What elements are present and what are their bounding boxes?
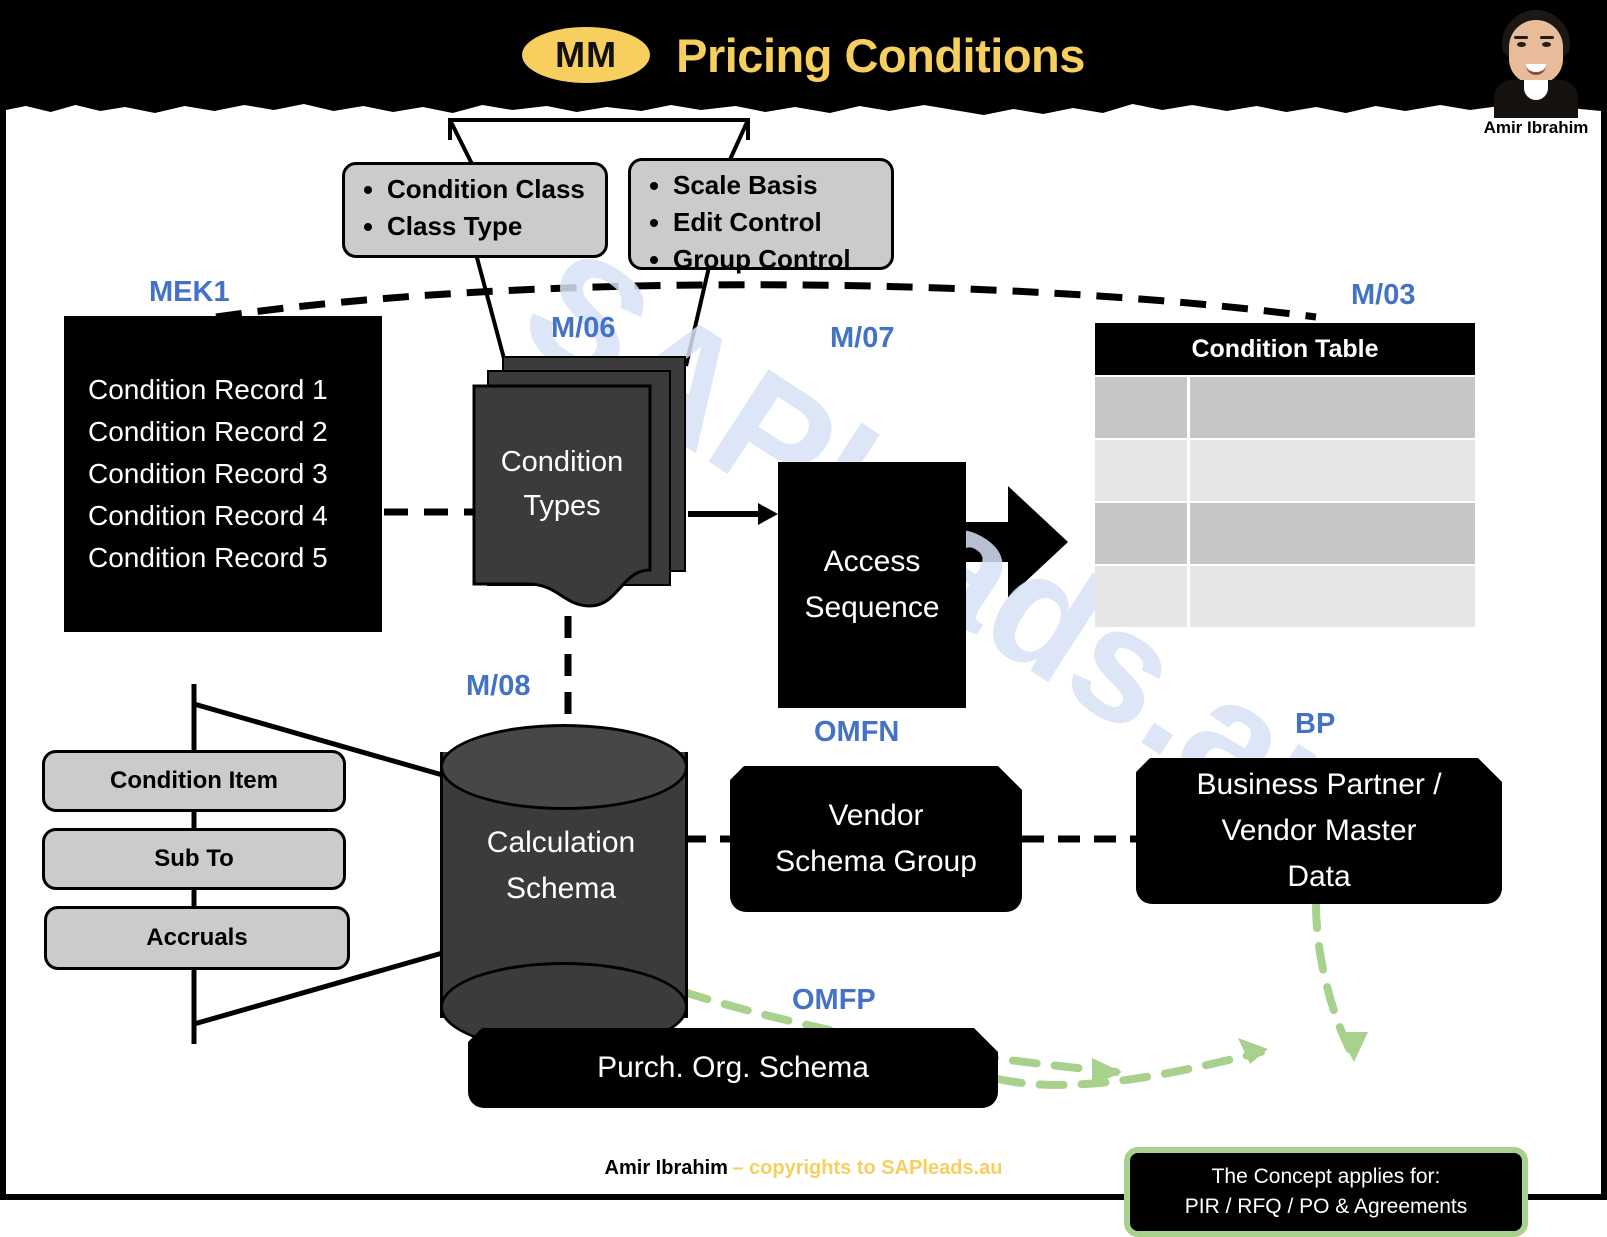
condition-table-title: Condition Table: [1095, 323, 1475, 375]
purch-org-schema-line1: Purch. Org. Schema: [597, 1051, 869, 1084]
avatar-name-label: Amir Ibrahim: [1483, 118, 1589, 137]
condition-types-line1: Condition: [500, 446, 624, 478]
table-row: [1095, 503, 1475, 564]
condition-types-stack: Condition Types: [472, 356, 686, 608]
diagram-canvas: SAPleads.au: [6, 104, 1607, 1237]
vendor-schema-line1: Vendor: [828, 799, 924, 832]
business-partner-line3: Data: [1287, 860, 1351, 893]
access-sequence-line1: Access: [823, 545, 921, 578]
condition-record: Condition Record 4: [88, 500, 328, 531]
condition-record: Condition Record 3: [88, 458, 328, 489]
tcode-omfn: OMFN: [814, 716, 900, 748]
schema-step-label: Sub To: [154, 845, 234, 872]
control-box: Scale Basis Edit Control Group Control: [628, 158, 894, 274]
condition-record: Condition Record 5: [88, 542, 328, 573]
business-partner-line2: Vendor Master: [1221, 814, 1417, 847]
header-bar: MM Pricing Conditions: [6, 6, 1601, 104]
table-row: [1095, 377, 1475, 438]
schema-step-accruals: Accruals: [44, 906, 350, 970]
tcode-mek1: MEK1: [149, 276, 230, 308]
avatar: [1488, 6, 1584, 118]
tcode-m08: M/08: [466, 670, 531, 702]
access-sequence-box: Access Sequence: [778, 462, 966, 708]
tcode-m06: M/06: [551, 312, 616, 344]
slide-page: MM Pricing Conditions Amir Ibrahim SAPle…: [0, 0, 1607, 1237]
vendor-schema-group-box: Vendor Schema Group: [730, 766, 1022, 912]
tcode-m03: M/03: [1351, 279, 1416, 311]
module-badge: MM: [522, 27, 651, 83]
calculation-schema-line1: Calculation: [486, 826, 636, 859]
condition-class-box: Condition Class Class Type: [342, 162, 608, 258]
condition-records-box: Condition Record 1 Condition Record 2 Co…: [64, 316, 382, 632]
condition-table: Condition Table: [1095, 323, 1475, 627]
condition-record: Condition Record 1: [88, 374, 328, 405]
schema-step-sub-to: Sub To: [42, 828, 346, 890]
condition-types-label: Condition Types: [472, 384, 652, 584]
tcode-bp: BP: [1295, 708, 1336, 740]
business-partner-line1: Business Partner /: [1196, 768, 1442, 801]
attr-item: Class Type: [387, 208, 595, 245]
schema-step-label: Accruals: [146, 924, 248, 951]
concept-note-line2: PIR / RFQ / PO & Agreements: [1184, 1195, 1468, 1218]
table-row: [1095, 566, 1475, 627]
business-partner-box: Business Partner / Vendor Master Data: [1136, 758, 1502, 904]
attr-item: Condition Class: [387, 171, 595, 208]
calculation-schema-label: Calculation Schema: [440, 820, 682, 912]
condition-record: Condition Record 2: [88, 416, 328, 447]
calculation-schema-line2: Schema: [505, 872, 617, 905]
condition-types-line2: Types: [523, 490, 601, 522]
attr-item: Scale Basis: [673, 167, 881, 204]
tcode-m07: M/07: [830, 322, 895, 354]
footer-author: Amir Ibrahim: [604, 1157, 728, 1179]
page-title: Pricing Conditions: [676, 28, 1085, 82]
access-sequence-line2: Sequence: [804, 591, 940, 624]
attr-item: Edit Control: [673, 204, 881, 241]
tcode-omfp: OMFP: [792, 984, 876, 1016]
footer-copyright: – copyrights to SAPleads.au: [732, 1157, 1003, 1179]
author-avatar-block: Amir Ibrahim: [1477, 6, 1595, 138]
purch-org-schema-box: Purch. Org. Schema: [468, 1028, 998, 1108]
footer: Amir Ibrahim – copyrights to SAPleads.au: [6, 1157, 1601, 1180]
schema-step-label: Condition Item: [110, 767, 278, 794]
calculation-schema-cylinder: Calculation Schema: [440, 724, 688, 1052]
module-badge-label: MM: [555, 34, 618, 75]
vendor-schema-line2: Schema Group: [775, 845, 977, 878]
table-row: [1095, 440, 1475, 501]
attr-item: Group Control: [673, 241, 881, 278]
schema-step-condition-item: Condition Item: [42, 750, 346, 812]
